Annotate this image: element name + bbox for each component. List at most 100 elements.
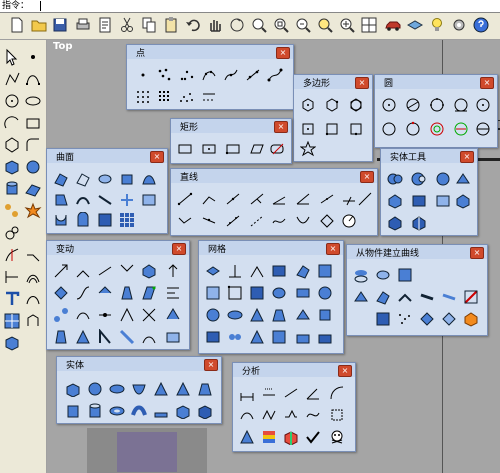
taper-icon[interactable] [119,285,135,301]
solid-cylinder-icon[interactable] [65,403,81,419]
copy-icon[interactable] [140,16,158,34]
surface-from-grid-icon[interactable] [119,212,135,228]
mesh-patch-icon[interactable] [271,263,287,279]
solid-pyramid-icon[interactable] [175,381,191,397]
extract-wireframe-icon[interactable] [397,289,413,305]
circle-2pt-icon[interactable] [405,97,421,113]
rectangle-3pt-icon[interactable] [225,141,241,157]
section-icon[interactable] [463,289,479,305]
extract-surface-icon[interactable] [411,193,427,209]
box-solid-icon[interactable] [3,158,21,176]
sweep2-icon[interactable] [97,192,113,208]
mesh-plane-icon[interactable] [227,263,243,279]
array-polar-icon[interactable] [75,307,91,323]
line-curve-normal-icon[interactable] [177,213,193,229]
mesh-explode-icon[interactable] [227,329,243,345]
line-surface-normal-icon[interactable] [201,213,217,229]
edge-curves-surface-icon[interactable] [75,212,91,228]
solid-tube-icon[interactable] [87,403,103,419]
close-icon[interactable]: × [276,47,290,59]
text-icon[interactable] [3,290,21,308]
shear-icon[interactable] [141,285,157,301]
copy-object-icon[interactable] [75,263,91,279]
zoom-icon[interactable] [250,16,268,34]
curve-cv-icon[interactable] [24,70,42,88]
panel-analyze-titlebar[interactable]: 分析 × [233,363,355,377]
line-angled-icon[interactable] [271,191,287,207]
command-line[interactable]: 指令： [0,0,500,13]
point-icon[interactable] [24,48,42,66]
line-perpendicular-icon[interactable] [357,191,373,207]
close-icon[interactable]: × [360,171,374,183]
point-grid-icon[interactable] [135,89,151,105]
scatter-points-icon[interactable] [179,89,195,105]
line-extend-icon[interactable] [341,191,357,207]
zoom-window-icon[interactable] [272,16,290,34]
close-icon[interactable]: × [480,77,494,89]
new-file-icon[interactable] [8,16,26,34]
circle-tangent-icon[interactable] [453,97,469,113]
mesh-vertex-icon[interactable] [205,285,221,301]
render-icon[interactable] [3,334,21,352]
shell-icon[interactable] [435,193,451,209]
curve-deviation-icon[interactable] [305,407,321,423]
dimension-icon[interactable] [24,290,42,308]
mesh-from-polyline-icon[interactable] [295,263,311,279]
split-icon[interactable] [3,246,21,264]
mesh-cylinder-icon[interactable] [271,285,287,301]
line-from-midpoint-icon[interactable] [225,191,241,207]
extract-points-cloud-icon[interactable] [397,311,413,327]
drape-icon[interactable] [53,212,69,228]
boolean-split-icon[interactable] [455,171,471,187]
panel-rectangle-titlebar[interactable]: 矩形 × [171,119,291,133]
chamfer-edge-icon[interactable] [387,215,403,231]
rotate-object-icon[interactable] [97,263,113,279]
contour-icon[interactable] [441,289,457,305]
point-on-curve-icon[interactable] [223,67,239,83]
smooth-icon[interactable] [141,329,157,345]
set-points-icon[interactable] [141,307,157,323]
solid-truncated-pyramid-icon[interactable] [197,381,213,397]
patch-icon[interactable] [141,192,157,208]
circle-around-curve-icon[interactable] [381,121,397,137]
mesh-cone-icon[interactable] [249,307,265,323]
mesh-cylinder-2-icon[interactable] [317,307,333,323]
extend-icon[interactable] [3,268,21,286]
silhouette-icon[interactable] [375,311,391,327]
array-curve-icon[interactable] [97,307,113,323]
star-polygon-icon[interactable] [300,141,316,157]
undo-icon[interactable] [184,16,202,34]
align-icon[interactable] [165,285,181,301]
mesh-from-surface-icon[interactable] [205,263,221,279]
panel-line-titlebar[interactable]: 直线 × [171,169,377,183]
panel-mesh-titlebar[interactable]: 网格 × [199,241,343,255]
surface-3pt-icon[interactable] [53,171,69,187]
environment-map-icon[interactable] [283,429,299,445]
panel-polygon-titlebar[interactable]: 多边形 × [294,75,372,89]
analyze-icon[interactable] [24,312,42,330]
close-icon[interactable]: × [172,243,186,255]
scale-icon[interactable] [119,263,135,279]
array-icon[interactable] [3,202,21,220]
polygon-icon[interactable] [3,136,21,154]
extrude-surface-icon[interactable] [119,171,135,187]
mesh-edges-icon[interactable] [227,285,243,301]
revolve-icon[interactable] [53,192,69,208]
solid-box-icon[interactable] [65,381,81,397]
heightfield-icon[interactable] [97,212,113,228]
solid-extrude-icon[interactable] [153,403,169,419]
panel-surface-titlebar[interactable]: 曲面 × [47,149,167,163]
sweep1-icon[interactable] [75,192,91,208]
solid-cone-icon[interactable] [153,381,169,397]
extract-isocurve-icon[interactable] [375,289,391,305]
panel-solid-tools-titlebar[interactable]: 实体工具 × [381,149,477,163]
help-icon[interactable] [472,16,490,34]
array-surface-icon[interactable] [119,307,135,323]
cylinder-solid-icon[interactable] [3,180,21,198]
select-arrow-icon[interactable] [3,48,21,66]
fillet-curve-icon[interactable] [24,136,42,154]
rounded-rectangle-icon[interactable] [269,141,285,157]
cage-edit-icon[interactable] [119,329,135,345]
mesh-icon[interactable] [3,312,21,330]
array-rect-icon[interactable] [53,307,69,323]
